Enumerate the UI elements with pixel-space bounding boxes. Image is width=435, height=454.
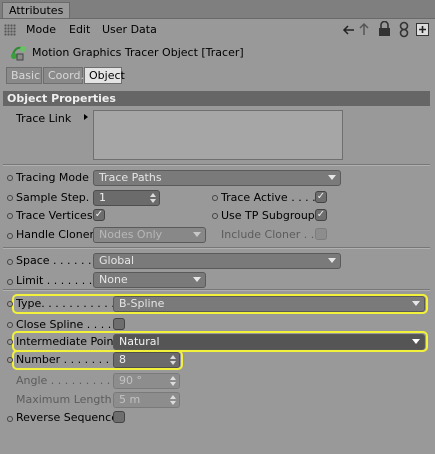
animate-dot-icon[interactable] [7, 339, 13, 345]
intermediate-points-label: Intermediate Points [16, 335, 124, 348]
close-spline-label: Close Spline . . . . . . [16, 318, 126, 331]
space-value: Global [99, 254, 135, 267]
separator [3, 289, 430, 291]
animate-dot-icon[interactable] [212, 213, 218, 219]
trace-active-checkbox[interactable]: ✓ [315, 191, 327, 203]
tracer-object-icon [11, 46, 26, 61]
type-label: Type. . . . . . . . . . . . . [16, 297, 129, 310]
tab-object[interactable]: Object [84, 67, 125, 84]
number-value: 8 [119, 353, 126, 366]
reverse-sequence-label: Reverse Sequence [16, 411, 118, 424]
close-spline-checkbox[interactable] [113, 318, 125, 330]
lock-icon[interactable] [378, 21, 391, 37]
maximum-length-value: 5 m [119, 393, 141, 406]
tracing-mode-value: Trace Paths [99, 171, 162, 184]
up-arrow-icon[interactable] [359, 22, 369, 36]
animate-dot-icon[interactable] [7, 195, 13, 201]
handle-cloners-label: Handle Cloners [16, 228, 100, 241]
object-title: Motion Graphics Tracer Object [Tracer] [32, 46, 244, 59]
chevron-down-icon [328, 175, 336, 180]
type-dropdown[interactable]: B-Spline [113, 296, 425, 312]
number-label: Number . . . . . . . . . [16, 353, 124, 366]
animate-dot-icon[interactable] [7, 233, 13, 239]
angle-value: 90 ° [119, 374, 142, 387]
use-tp-subgroups-label: Use TP Subgroups [221, 209, 321, 222]
type-value: B-Spline [119, 297, 165, 310]
animate-dot-icon[interactable] [7, 175, 13, 181]
include-cloner-label: Include Cloner . . . [221, 228, 322, 241]
include-cloner-checkbox[interactable] [315, 228, 327, 240]
limit-label: Limit . . . . . . . . [16, 274, 100, 287]
chevron-down-icon [412, 339, 420, 344]
angle-input[interactable]: 90 ° [113, 373, 180, 389]
limit-dropdown[interactable]: None [93, 272, 206, 288]
menu-user-data[interactable]: User Data [102, 23, 157, 36]
separator [3, 164, 430, 166]
stepper-arrows-icon[interactable] [150, 193, 156, 203]
animate-dot-icon[interactable] [7, 259, 13, 265]
chevron-down-icon [412, 301, 420, 306]
intermediate-points-dropdown[interactable]: Natural [113, 334, 425, 350]
animate-dot-icon[interactable] [212, 195, 218, 201]
trace-vertices-checkbox[interactable]: ✓ [93, 209, 105, 221]
menu-edit[interactable]: Edit [69, 23, 90, 36]
tab-basic[interactable]: Basic [6, 67, 42, 84]
link-icon[interactable] [399, 21, 409, 38]
window-tab-bar: Attributes [0, 0, 435, 19]
sample-step-input[interactable]: 1 [93, 190, 160, 206]
stepper-arrows-icon[interactable] [170, 355, 176, 365]
stepper-arrows-icon[interactable] [170, 395, 176, 405]
number-input[interactable]: 8 [113, 352, 180, 368]
grip-icon[interactable] [4, 24, 16, 36]
sample-step-value: 1 [99, 191, 106, 204]
stepper-arrows-icon[interactable] [170, 376, 176, 386]
chevron-down-icon [328, 258, 336, 263]
limit-value: None [99, 273, 128, 286]
expand-arrow-icon[interactable] [84, 114, 88, 120]
tracing-mode-label: Tracing Mode [16, 171, 89, 184]
menu-mode[interactable]: Mode [26, 23, 56, 36]
animate-dot-icon[interactable] [7, 213, 13, 219]
separator [3, 247, 430, 249]
handle-cloners-dropdown[interactable]: Nodes Only [93, 227, 206, 243]
animate-dot-icon[interactable] [7, 279, 13, 285]
tab-coord[interactable]: Coord. [43, 67, 84, 84]
menu-bar: Mode Edit User Data [0, 19, 435, 41]
space-dropdown[interactable]: Global [93, 253, 341, 269]
reverse-sequence-checkbox[interactable] [113, 411, 125, 423]
back-arrow-icon[interactable] [342, 24, 356, 36]
animate-dot-icon[interactable] [7, 416, 13, 422]
chevron-down-icon [193, 232, 201, 237]
space-label: Space . . . . . . . [16, 254, 99, 267]
use-tp-subgroups-checkbox[interactable]: ✓ [315, 209, 327, 221]
maximum-length-input[interactable]: 5 m [113, 392, 180, 408]
trace-active-label: Trace Active . . . . [221, 191, 316, 204]
trace-link-label: Trace Link [16, 112, 72, 125]
chevron-down-icon [193, 277, 201, 282]
add-panel-icon[interactable] [416, 23, 429, 36]
animate-dot-icon[interactable] [7, 322, 13, 328]
attributes-tab[interactable]: Attributes [2, 2, 71, 18]
trace-link-field[interactable] [93, 110, 343, 160]
handle-cloners-value: Nodes Only [99, 228, 163, 241]
animate-dot-icon[interactable] [7, 357, 13, 363]
trace-vertices-label: Trace Vertices [16, 209, 93, 222]
intermediate-points-value: Natural [119, 335, 160, 348]
section-header-object-properties: Object Properties [3, 91, 430, 106]
animate-dot-icon[interactable] [7, 301, 13, 307]
tracing-mode-dropdown[interactable]: Trace Paths [93, 170, 341, 186]
sample-step-label: Sample Step. [16, 191, 90, 204]
